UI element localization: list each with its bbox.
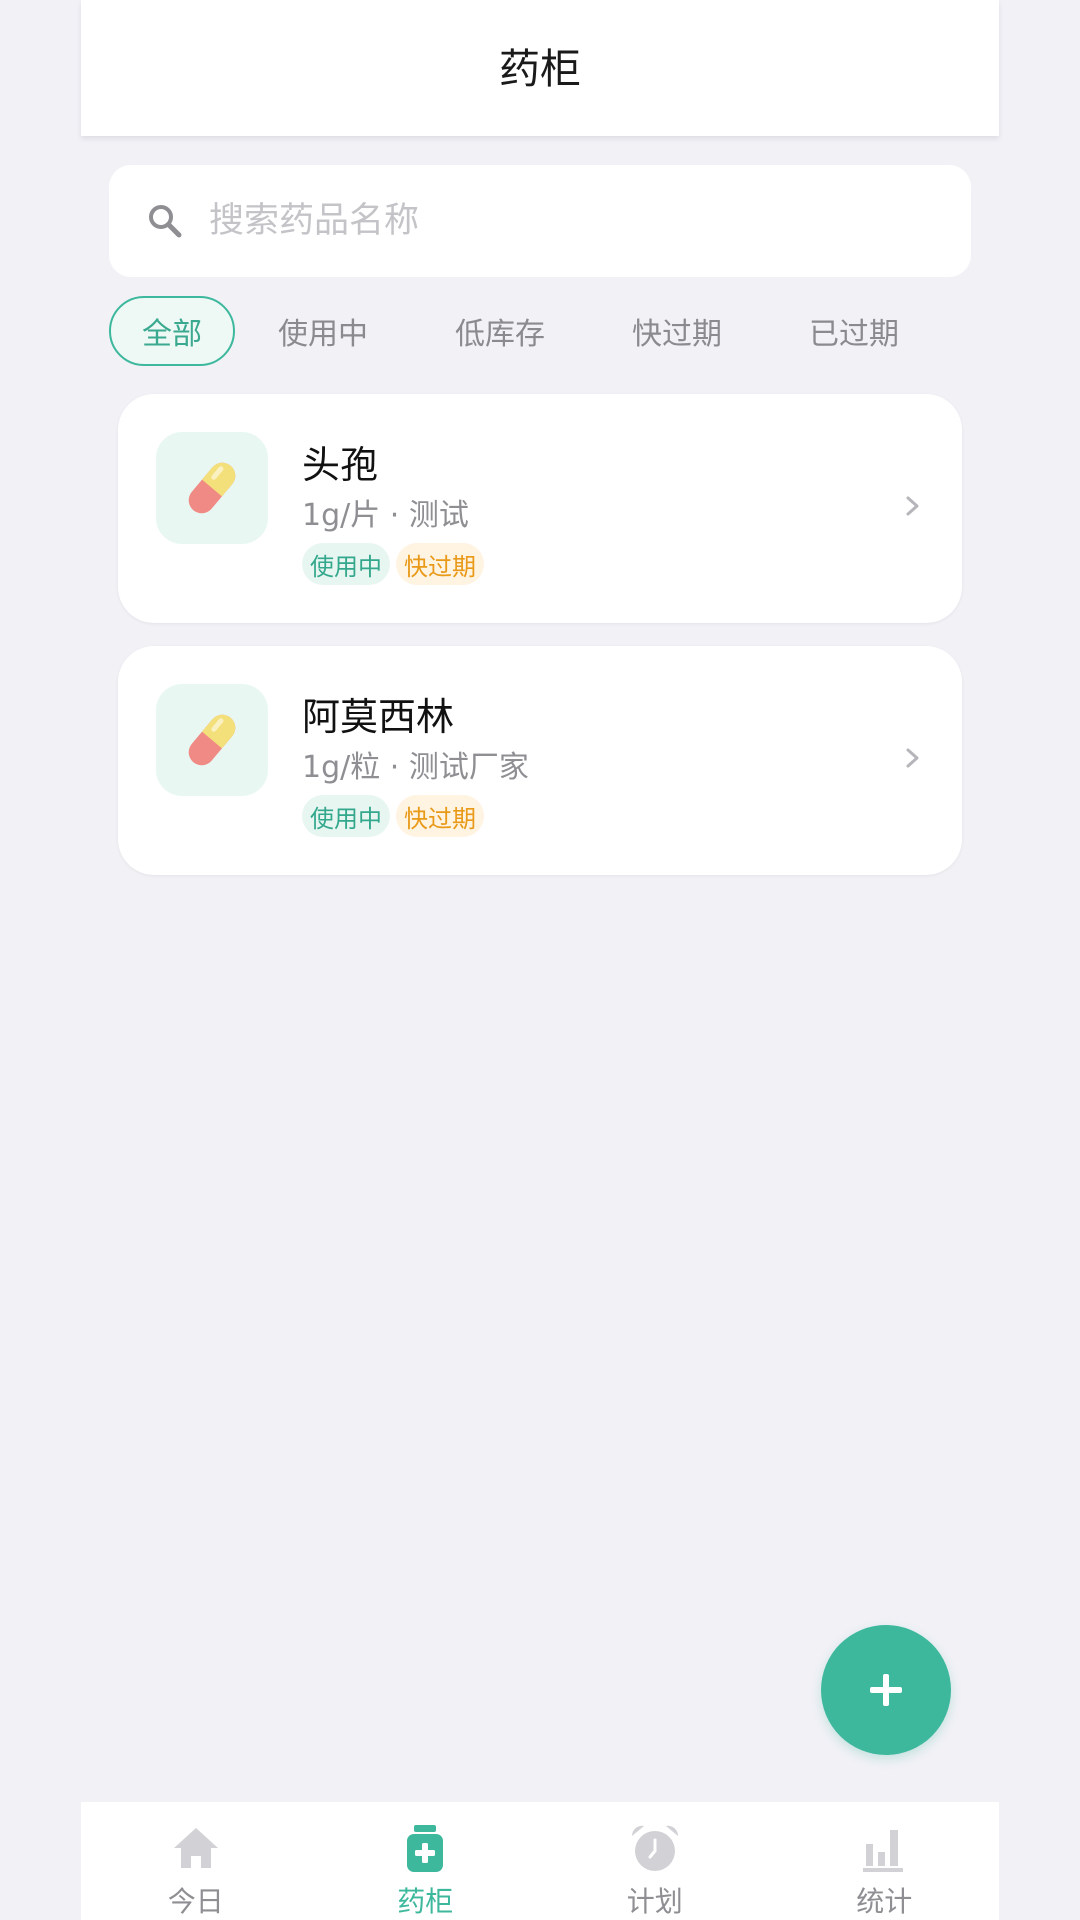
top-bar: 药柜 [81, 0, 999, 136]
status-tags: 使用中 快过期 [302, 795, 484, 837]
medicine-name: 阿莫西林 [302, 695, 455, 739]
status-badge-in-use: 使用中 [302, 795, 390, 837]
home-icon [173, 1828, 218, 1868]
filter-low-stock[interactable]: 低库存 [440, 296, 560, 366]
status-badge-expiring: 快过期 [396, 543, 484, 585]
tab-medicine-cabinet[interactable]: 药柜 [311, 1802, 541, 1920]
tab-today[interactable]: 今日 [81, 1802, 311, 1920]
medicine-card[interactable]: 阿莫西林 1g/粒 · 测试厂家 使用中 快过期 [118, 646, 962, 875]
pill-icon [156, 432, 268, 544]
status-badge-in-use: 使用中 [302, 543, 390, 585]
add-medicine-button[interactable] [821, 1625, 951, 1755]
status-badge-expiring: 快过期 [396, 795, 484, 837]
bar-chart-icon [863, 1830, 904, 1872]
app-screen: 药柜 全部 使用中 低库存 快过期 已过期 头孢 1 [81, 0, 999, 1920]
page-title: 药柜 [499, 45, 581, 93]
filter-in-use[interactable]: 使用中 [263, 296, 383, 366]
tab-plan[interactable]: 计划 [540, 1802, 770, 1920]
medicine-bottle-icon [407, 1825, 444, 1872]
search-input[interactable] [209, 201, 909, 241]
medicine-meta: 1g/粒 · 测试厂家 [302, 750, 529, 785]
tab-label: 今日 [167, 1885, 224, 1918]
filter-expiring-soon[interactable]: 快过期 [617, 296, 737, 366]
bottom-tab-bar: 今日 药柜 计划 统计 [81, 1802, 999, 1920]
filter-all[interactable]: 全部 [109, 296, 235, 366]
pill-icon [156, 684, 268, 796]
tab-label: 药柜 [397, 1885, 454, 1918]
search-bar[interactable] [109, 165, 971, 277]
status-tags: 使用中 快过期 [302, 543, 484, 585]
search-icon [145, 201, 185, 241]
chevron-right-icon [906, 496, 919, 516]
tab-statistics[interactable]: 统计 [770, 1802, 1000, 1920]
medicine-card[interactable]: 头孢 1g/片 · 测试 使用中 快过期 [118, 394, 962, 623]
alarm-clock-icon [631, 1825, 678, 1871]
medicine-name: 头孢 [302, 443, 379, 487]
tab-label: 统计 [856, 1885, 913, 1918]
chevron-right-icon [906, 748, 919, 768]
plus-icon [870, 1674, 902, 1706]
tab-label: 计划 [626, 1885, 683, 1918]
filter-tabs: 全部 使用中 低库存 快过期 已过期 [109, 296, 971, 366]
filter-expired[interactable]: 已过期 [794, 296, 914, 366]
medicine-meta: 1g/片 · 测试 [302, 498, 469, 533]
